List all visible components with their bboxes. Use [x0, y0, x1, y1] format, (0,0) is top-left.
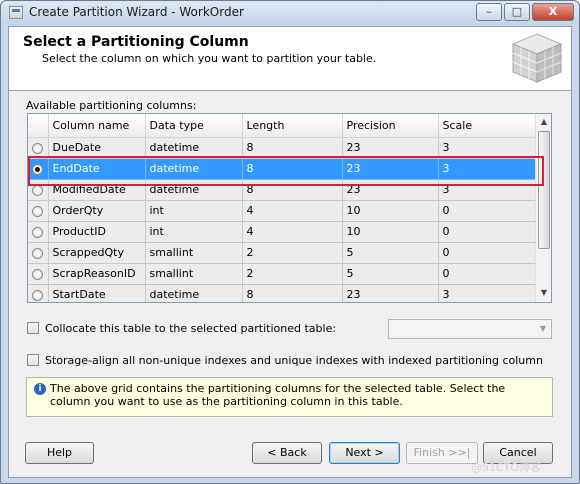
- radio-column-header: [28, 114, 49, 138]
- scale-cell: 0: [438, 263, 536, 285]
- scroll-down-arrow-icon[interactable]: ▼: [536, 285, 551, 301]
- storage-align-checkbox[interactable]: [27, 354, 39, 366]
- column-name-cell: ScrapReasonID: [48, 263, 146, 285]
- data-type-cell: int: [145, 200, 243, 222]
- wizard-window: Create Partition Wizard - WorkOrder – □ …: [0, 0, 580, 484]
- row-radio-cell[interactable]: [28, 221, 49, 243]
- close-button[interactable]: X: [532, 3, 574, 21]
- column-header[interactable]: Precision: [342, 114, 439, 138]
- collocate-label: Collocate this table to the selected par…: [45, 322, 337, 335]
- length-cell: 4: [242, 200, 343, 222]
- length-cell: 4: [242, 221, 343, 243]
- selection-highlight-box: [28, 156, 544, 186]
- row-radio-button[interactable]: [32, 142, 44, 154]
- data-type-cell: smallint: [145, 242, 243, 264]
- data-type-cell: datetime: [145, 284, 243, 302]
- row-radio-button[interactable]: [32, 247, 44, 259]
- page-subtitle: Select the column on which you want to p…: [42, 52, 377, 65]
- precision-cell: 23: [342, 137, 439, 159]
- scroll-up-arrow-icon[interactable]: ▲: [536, 114, 551, 130]
- row-radio-button[interactable]: [32, 289, 44, 301]
- title-bar: Create Partition Wizard - WorkOrder – □ …: [1, 1, 579, 25]
- next-button[interactable]: Next >: [329, 442, 400, 464]
- row-radio-cell[interactable]: [28, 263, 49, 285]
- length-cell: 8: [242, 284, 343, 302]
- column-header[interactable]: Data type: [145, 114, 243, 138]
- partition-cube-icon: [511, 33, 563, 83]
- back-button[interactable]: < Back: [252, 442, 322, 464]
- wizard-body: Select a Partitioning Column Select the …: [8, 26, 572, 478]
- table-row[interactable]: ProductID int 4 10 0: [28, 221, 536, 243]
- help-button[interactable]: Help: [25, 442, 94, 464]
- info-panel: i The above grid contains the partitioni…: [26, 377, 553, 417]
- partition-column-grid: Column name Data type Length Precision S…: [27, 113, 552, 303]
- precision-cell: 5: [342, 263, 439, 285]
- table-header-row: Column name Data type Length Precision S…: [28, 114, 536, 138]
- wizard-header: Select a Partitioning Column Select the …: [9, 27, 571, 91]
- info-icon: i: [34, 383, 46, 395]
- collocate-checkbox[interactable]: [27, 322, 39, 334]
- table-row[interactable]: OrderQty int 4 10 0: [28, 200, 536, 222]
- scale-cell: 0: [438, 200, 536, 222]
- scale-cell: 0: [438, 221, 536, 243]
- columns-table: Column name Data type Length Precision S…: [28, 114, 536, 302]
- row-radio-cell[interactable]: [28, 137, 49, 159]
- maximize-button[interactable]: □: [504, 3, 530, 21]
- minimize-button[interactable]: –: [476, 3, 502, 21]
- window-title: Create Partition Wizard - WorkOrder: [29, 5, 244, 19]
- column-header[interactable]: Length: [242, 114, 343, 138]
- row-radio-cell[interactable]: [28, 284, 49, 302]
- column-name-cell: OrderQty: [48, 200, 146, 222]
- column-header[interactable]: Scale: [438, 114, 536, 138]
- length-cell: 2: [242, 242, 343, 264]
- row-radio-button[interactable]: [32, 184, 44, 196]
- column-header[interactable]: Column name: [48, 114, 146, 138]
- grid-scrollbar[interactable]: ▲ ▼: [535, 114, 551, 302]
- info-text: The above grid contains the partitioning…: [50, 382, 506, 408]
- precision-cell: 10: [342, 221, 439, 243]
- row-radio-cell[interactable]: [28, 200, 49, 222]
- table-row[interactable]: ScrapReasonID smallint 2 5 0: [28, 263, 536, 285]
- row-radio-button[interactable]: [32, 268, 44, 280]
- column-name-cell: ProductID: [48, 221, 146, 243]
- data-type-cell: datetime: [145, 137, 243, 159]
- watermark: @51CTO博客: [471, 461, 542, 474]
- page-title: Select a Partitioning Column: [23, 34, 249, 50]
- scale-cell: 0: [438, 242, 536, 264]
- length-cell: 8: [242, 137, 343, 159]
- row-radio-button[interactable]: [32, 205, 44, 217]
- scroll-thumb[interactable]: [538, 131, 550, 249]
- partitioned-table-dropdown[interactable]: ▼: [388, 319, 552, 339]
- row-radio-cell[interactable]: [28, 242, 49, 264]
- app-icon: [9, 6, 23, 19]
- data-type-cell: smallint: [145, 263, 243, 285]
- table-row[interactable]: StartDate datetime 8 23 3: [28, 284, 536, 302]
- precision-cell: 23: [342, 284, 439, 302]
- column-name-cell: ScrappedQty: [48, 242, 146, 264]
- precision-cell: 5: [342, 242, 439, 264]
- scale-cell: 3: [438, 137, 536, 159]
- chevron-down-icon: ▼: [539, 324, 547, 333]
- finish-button[interactable]: Finish >>|: [406, 442, 478, 464]
- available-columns-label: Available partitioning columns:: [26, 99, 197, 112]
- data-type-cell: int: [145, 221, 243, 243]
- column-name-cell: DueDate: [48, 137, 146, 159]
- table-row[interactable]: DueDate datetime 8 23 3: [28, 137, 536, 159]
- length-cell: 2: [242, 263, 343, 285]
- table-row[interactable]: ScrappedQty smallint 2 5 0: [28, 242, 536, 264]
- row-radio-button[interactable]: [32, 226, 44, 238]
- precision-cell: 10: [342, 200, 439, 222]
- scale-cell: 3: [438, 284, 536, 302]
- column-name-cell: StartDate: [48, 284, 146, 302]
- storage-align-label: Storage-align all non-unique indexes and…: [45, 354, 543, 367]
